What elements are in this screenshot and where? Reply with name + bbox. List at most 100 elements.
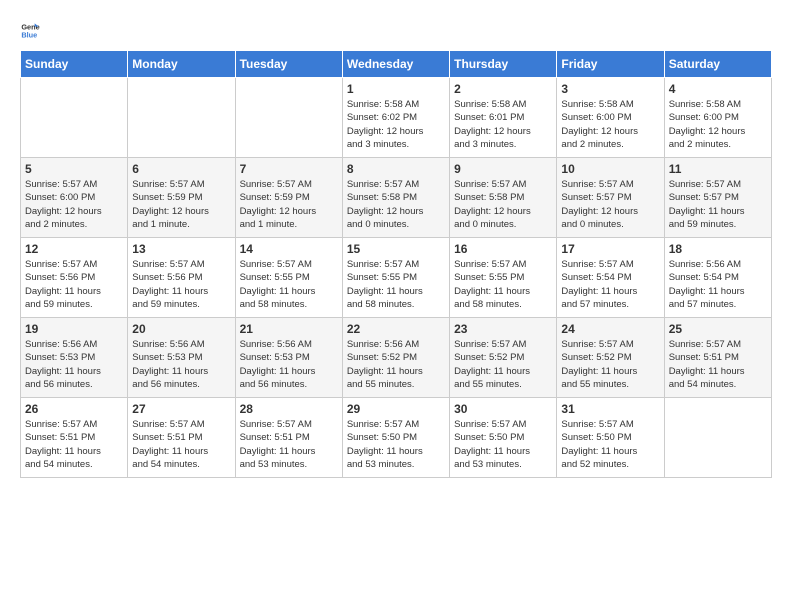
day-number: 30 [454,402,552,416]
day-number: 2 [454,82,552,96]
calendar-cell: 11 Sunrise: 5:57 AM Sunset: 5:57 PM Dayli… [664,158,771,238]
day-info: Sunrise: 5:57 AM Sunset: 6:00 PM Dayligh… [25,178,123,231]
day-info: Sunrise: 5:57 AM Sunset: 5:51 PM Dayligh… [240,418,338,471]
day-number: 18 [669,242,767,256]
day-info: Sunrise: 5:58 AM Sunset: 6:00 PM Dayligh… [561,98,659,151]
day-info: Sunrise: 5:57 AM Sunset: 5:51 PM Dayligh… [25,418,123,471]
day-info: Sunrise: 5:57 AM Sunset: 5:59 PM Dayligh… [240,178,338,231]
calendar-cell: 15 Sunrise: 5:57 AM Sunset: 5:55 PM Dayli… [342,238,449,318]
day-number: 20 [132,322,230,336]
calendar-cell: 17 Sunrise: 5:57 AM Sunset: 5:54 PM Dayli… [557,238,664,318]
weekday-header-monday: Monday [128,51,235,78]
calendar-cell: 9 Sunrise: 5:57 AM Sunset: 5:58 PM Daylig… [450,158,557,238]
day-number: 17 [561,242,659,256]
day-info: Sunrise: 5:57 AM Sunset: 5:51 PM Dayligh… [669,338,767,391]
header: General Blue [20,20,772,40]
calendar-cell: 30 Sunrise: 5:57 AM Sunset: 5:50 PM Dayli… [450,398,557,478]
day-info: Sunrise: 5:56 AM Sunset: 5:52 PM Dayligh… [347,338,445,391]
day-info: Sunrise: 5:56 AM Sunset: 5:54 PM Dayligh… [669,258,767,311]
calendar-week-row: 12Sunrise: 5:57 AM Sunset: 5:56 PM Dayli… [21,238,772,318]
calendar-cell: 5 Sunrise: 5:57 AM Sunset: 6:00 PM Daylig… [21,158,128,238]
day-info: Sunrise: 5:58 AM Sunset: 6:01 PM Dayligh… [454,98,552,151]
calendar-week-row: 1Sunrise: 5:58 AM Sunset: 6:02 PM Daylig… [21,78,772,158]
calendar-cell: 16 Sunrise: 5:57 AM Sunset: 5:55 PM Dayli… [450,238,557,318]
day-info: Sunrise: 5:57 AM Sunset: 5:55 PM Dayligh… [240,258,338,311]
calendar-cell: 22 Sunrise: 5:56 AM Sunset: 5:52 PM Dayli… [342,318,449,398]
day-info: Sunrise: 5:57 AM Sunset: 5:50 PM Dayligh… [561,418,659,471]
calendar-week-row: 5 Sunrise: 5:57 AM Sunset: 6:00 PM Daylig… [21,158,772,238]
day-info: Sunrise: 5:57 AM Sunset: 5:57 PM Dayligh… [561,178,659,231]
day-info: Sunrise: 5:57 AM Sunset: 5:59 PM Dayligh… [132,178,230,231]
day-number: 19 [25,322,123,336]
calendar-cell [235,78,342,158]
calendar-week-row: 19 Sunrise: 5:56 AM Sunset: 5:53 PM Dayli… [21,318,772,398]
weekday-header-friday: Friday [557,51,664,78]
calendar-cell: 14 Sunrise: 5:57 AM Sunset: 5:55 PM Dayli… [235,238,342,318]
day-info: Sunrise: 5:57 AM Sunset: 5:55 PM Dayligh… [347,258,445,311]
weekday-header-tuesday: Tuesday [235,51,342,78]
calendar-cell: 6 Sunrise: 5:57 AM Sunset: 5:59 PM Daylig… [128,158,235,238]
day-number: 14 [240,242,338,256]
calendar-cell: 10 Sunrise: 5:57 AM Sunset: 5:57 PM Dayli… [557,158,664,238]
day-info: Sunrise: 5:57 AM Sunset: 5:50 PM Dayligh… [454,418,552,471]
day-number: 24 [561,322,659,336]
day-number: 5 [25,162,123,176]
calendar-cell: 28 Sunrise: 5:57 AM Sunset: 5:51 PM Dayli… [235,398,342,478]
weekday-header-wednesday: Wednesday [342,51,449,78]
day-number: 16 [454,242,552,256]
day-number: 7 [240,162,338,176]
day-info: Sunrise: 5:57 AM Sunset: 5:50 PM Dayligh… [347,418,445,471]
calendar-week-row: 26 Sunrise: 5:57 AM Sunset: 5:51 PM Dayli… [21,398,772,478]
calendar-cell: 24 Sunrise: 5:57 AM Sunset: 5:52 PM Dayli… [557,318,664,398]
day-info: Sunrise: 5:57 AM Sunset: 5:57 PM Dayligh… [669,178,767,231]
day-info: Sunrise: 5:58 AM Sunset: 6:00 PM Dayligh… [669,98,767,151]
calendar-cell: 29 Sunrise: 5:57 AM Sunset: 5:50 PM Dayli… [342,398,449,478]
calendar-cell: 1Sunrise: 5:58 AM Sunset: 6:02 PM Daylig… [342,78,449,158]
day-info: Sunrise: 5:57 AM Sunset: 5:56 PM Dayligh… [132,258,230,311]
day-number: 31 [561,402,659,416]
day-number: 11 [669,162,767,176]
calendar-cell: 19 Sunrise: 5:56 AM Sunset: 5:53 PM Dayli… [21,318,128,398]
day-number: 10 [561,162,659,176]
calendar-cell: 13 Sunrise: 5:57 AM Sunset: 5:56 PM Dayli… [128,238,235,318]
weekday-header-row: SundayMondayTuesdayWednesdayThursdayFrid… [21,51,772,78]
calendar-table: SundayMondayTuesdayWednesdayThursdayFrid… [20,50,772,478]
day-info: Sunrise: 5:56 AM Sunset: 5:53 PM Dayligh… [240,338,338,391]
day-number: 26 [25,402,123,416]
day-number: 27 [132,402,230,416]
day-info: Sunrise: 5:57 AM Sunset: 5:58 PM Dayligh… [454,178,552,231]
day-number: 3 [561,82,659,96]
day-info: Sunrise: 5:57 AM Sunset: 5:58 PM Dayligh… [347,178,445,231]
calendar-cell: 21 Sunrise: 5:56 AM Sunset: 5:53 PM Dayli… [235,318,342,398]
day-number: 21 [240,322,338,336]
day-info: Sunrise: 5:57 AM Sunset: 5:55 PM Dayligh… [454,258,552,311]
day-number: 22 [347,322,445,336]
weekday-header-saturday: Saturday [664,51,771,78]
calendar-cell: 20Sunrise: 5:56 AM Sunset: 5:53 PM Dayli… [128,318,235,398]
day-number: 23 [454,322,552,336]
day-number: 6 [132,162,230,176]
calendar-cell [128,78,235,158]
day-number: 1 [347,82,445,96]
logo-icon: General Blue [20,20,40,40]
calendar-cell: 2 Sunrise: 5:58 AM Sunset: 6:01 PM Daylig… [450,78,557,158]
calendar-cell: 4Sunrise: 5:58 AM Sunset: 6:00 PM Daylig… [664,78,771,158]
day-number: 25 [669,322,767,336]
day-number: 15 [347,242,445,256]
logo: General Blue [20,20,44,40]
calendar-cell: 8Sunrise: 5:57 AM Sunset: 5:58 PM Daylig… [342,158,449,238]
day-number: 13 [132,242,230,256]
day-info: Sunrise: 5:57 AM Sunset: 5:51 PM Dayligh… [132,418,230,471]
day-info: Sunrise: 5:57 AM Sunset: 5:54 PM Dayligh… [561,258,659,311]
calendar-cell: 25 Sunrise: 5:57 AM Sunset: 5:51 PM Dayli… [664,318,771,398]
day-number: 9 [454,162,552,176]
day-number: 28 [240,402,338,416]
weekday-header-thursday: Thursday [450,51,557,78]
day-info: Sunrise: 5:56 AM Sunset: 5:53 PM Dayligh… [25,338,123,391]
day-number: 29 [347,402,445,416]
calendar-cell: 18 Sunrise: 5:56 AM Sunset: 5:54 PM Dayli… [664,238,771,318]
calendar-cell: 27 Sunrise: 5:57 AM Sunset: 5:51 PM Dayli… [128,398,235,478]
calendar-cell: 23Sunrise: 5:57 AM Sunset: 5:52 PM Dayli… [450,318,557,398]
day-info: Sunrise: 5:57 AM Sunset: 5:52 PM Dayligh… [561,338,659,391]
svg-text:Blue: Blue [21,30,37,39]
